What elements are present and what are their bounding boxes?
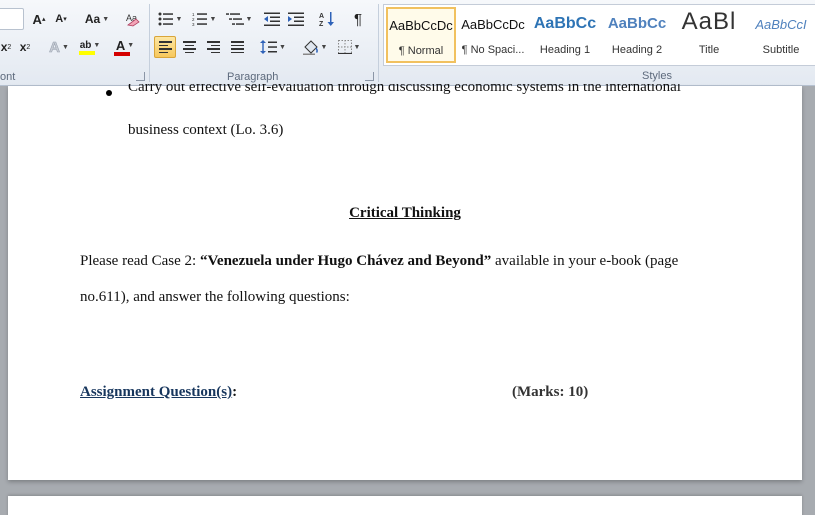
font-color-icon: A	[115, 37, 126, 53]
style-title[interactable]: AaBl Title	[674, 7, 744, 63]
numbering-button[interactable]: 1 2 3 ▼	[190, 8, 218, 30]
assignment-heading: Assignment Question(s):	[80, 384, 237, 401]
increase-indent-icon	[288, 12, 304, 26]
pilcrow-icon: ¶	[353, 10, 363, 28]
next-page[interactable]	[8, 496, 802, 515]
assignment-label: Assignment Question(s)	[80, 384, 233, 400]
font-color-swatch	[114, 51, 130, 56]
style-heading-2[interactable]: AaBbCc Heading 2	[602, 7, 672, 63]
change-case-button[interactable]: Aa ▼	[82, 8, 112, 30]
style-sample: AaBbCcDc	[461, 17, 525, 32]
paragraph-prefix: Please read Case 2:	[80, 253, 200, 269]
style-normal[interactable]: AaBbCcDc ¶ Normal	[386, 7, 456, 63]
svg-text:3: 3	[192, 22, 195, 26]
text-effects-button[interactable]: A ▼	[46, 36, 72, 58]
clear-formatting-button[interactable]: Aa	[123, 8, 143, 30]
paragraph-group-label: Paragraph	[227, 71, 279, 83]
sort-icon: A Z	[319, 12, 334, 27]
font-group: A ▴ A ▾ Aa ▼ Aa x2 x2 A ▼ ab ▼ A ▼ ont	[0, 0, 150, 86]
case-title: “Venezuela under Hugo Chávez and Beyond”	[199, 253, 492, 269]
subscript-button[interactable]: x2	[0, 36, 14, 58]
superscript-icon: x	[19, 40, 27, 54]
section-heading: Critical Thinking	[349, 205, 461, 221]
svg-text:A: A	[319, 13, 324, 20]
change-case-icon: Aa	[84, 12, 101, 26]
style-name: Subtitle	[762, 44, 800, 56]
bullet-line-1-text: Carry out effective self-evaluation thro…	[128, 84, 681, 95]
multilevel-list-icon	[225, 13, 244, 25]
line-spacing-icon	[260, 40, 278, 54]
bullet-line-1: Carry out effective self-evaluation thro…	[128, 84, 728, 99]
show-formatting-marks-button[interactable]: ¶	[348, 8, 368, 30]
shading-button[interactable]: ▼	[300, 36, 330, 58]
grow-font-button[interactable]: A ▴	[30, 8, 48, 30]
align-right-button[interactable]	[202, 36, 224, 58]
style-name: ¶ Normal	[398, 45, 444, 57]
decrease-indent-icon	[264, 12, 280, 26]
style-sample: AaBbCcDc	[389, 18, 453, 33]
paragraph-group: ▼ 1 2 3 ▼ ▼ A Z ¶ ▼ ▼ ▼ Paragraph	[150, 0, 380, 86]
grow-font-icon: A	[32, 11, 42, 27]
bullet-line-2: business context (Lo. 3.6)	[128, 122, 284, 138]
font-dialog-launcher[interactable]	[136, 72, 145, 81]
align-center-button[interactable]	[178, 36, 200, 58]
bullets-icon	[158, 12, 173, 26]
align-left-button[interactable]	[154, 36, 176, 58]
style-subtitle[interactable]: AaBbCcI Subtitle	[746, 7, 815, 63]
increase-indent-button[interactable]	[286, 8, 306, 30]
styles-gallery: AaBbCcDc ¶ Normal AaBbCcDc ¶ No Spaci...…	[383, 4, 815, 66]
highlight-color-swatch	[79, 50, 95, 55]
font-color-button[interactable]: A ▼	[110, 36, 140, 58]
styles-group-label: Styles	[642, 70, 672, 82]
paragraph-dialog-launcher[interactable]	[365, 72, 374, 81]
superscript-button[interactable]: x2	[16, 36, 34, 58]
multilevel-list-button[interactable]: ▼	[224, 8, 254, 30]
marks-label: (Marks: 10)	[512, 384, 589, 400]
font-group-label: ont	[0, 71, 16, 83]
style-name: Heading 2	[611, 44, 663, 56]
align-center-icon	[182, 41, 196, 53]
borders-button[interactable]: ▼	[334, 36, 364, 58]
assignment-colon: :	[232, 384, 238, 400]
style-heading-1[interactable]: AaBbCc Heading 1	[530, 7, 600, 63]
shrink-font-button[interactable]: A ▾	[52, 8, 70, 30]
bullet-marker	[106, 87, 126, 103]
style-sample: AaBbCc	[607, 15, 667, 32]
style-name: ¶ No Spaci...	[461, 44, 525, 56]
style-name: Title	[698, 44, 720, 56]
ribbon: A ▴ A ▾ Aa ▼ Aa x2 x2 A ▼ ab ▼ A ▼ ont ▼…	[0, 0, 815, 86]
numbering-icon: 1 2 3	[192, 12, 207, 26]
justify-button[interactable]	[226, 36, 248, 58]
clear-formatting-icon: Aa	[126, 13, 140, 27]
highlight-button[interactable]: ab ▼	[76, 36, 104, 58]
font-size-box[interactable]	[0, 8, 24, 30]
bullets-button[interactable]: ▼	[156, 8, 184, 30]
document-page[interactable]: Carry out effective self-evaluation thro…	[8, 84, 802, 480]
style-no-spacing[interactable]: AaBbCcDc ¶ No Spaci...	[458, 7, 528, 63]
shrink-font-icon: A	[55, 13, 64, 25]
svg-text:Z: Z	[319, 21, 324, 27]
paragraph-line-2: no.611), and answer the following questi…	[80, 289, 350, 305]
paragraph-line-1: Please read Case 2: “Venezuela under Hug…	[80, 253, 678, 270]
line-spacing-button[interactable]: ▼	[258, 36, 288, 58]
paragraph-suffix: available in your e-book (page	[491, 253, 679, 269]
text-effects-icon: A	[49, 38, 60, 56]
align-left-icon	[158, 41, 172, 53]
decrease-indent-button[interactable]	[262, 8, 282, 30]
align-right-icon	[206, 41, 220, 53]
justify-icon	[230, 41, 244, 53]
highlighter-icon: ab	[79, 39, 92, 51]
style-sample: AaBl	[681, 8, 737, 35]
paint-bucket-icon	[302, 39, 318, 55]
style-sample: AaBbCc	[533, 15, 597, 32]
style-name: Heading 1	[539, 44, 591, 56]
bullet-icon	[106, 90, 112, 96]
sort-button[interactable]: A Z	[316, 8, 338, 30]
group-divider	[378, 4, 379, 82]
style-sample: AaBbCcI	[755, 17, 807, 32]
subscript-icon: x	[0, 40, 8, 54]
borders-icon	[337, 40, 352, 54]
